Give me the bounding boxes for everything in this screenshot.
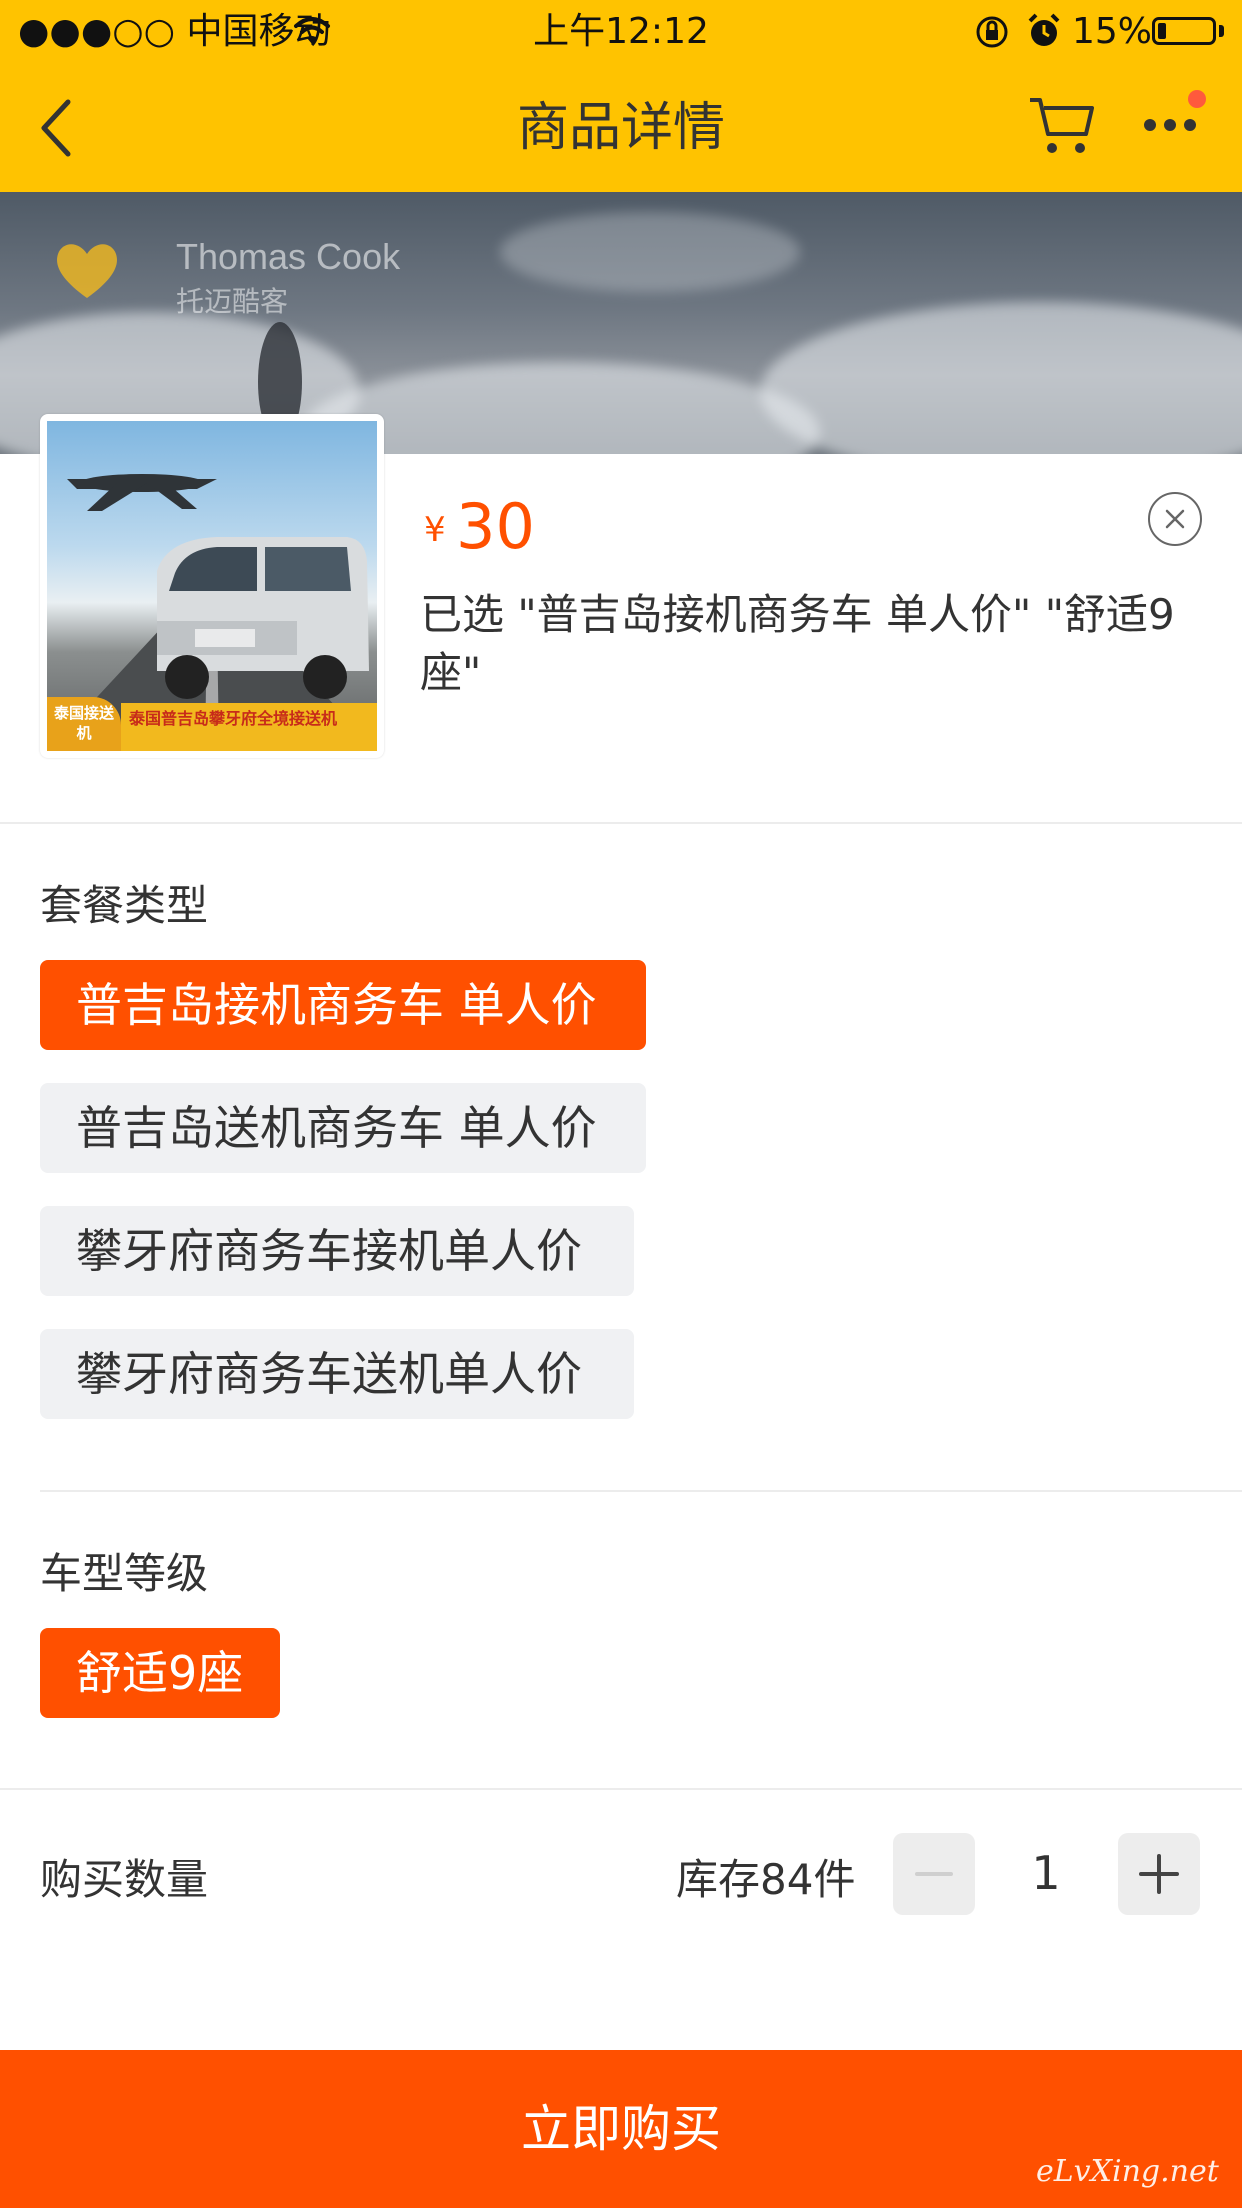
product-thumbnail: 泰国接送机 泰国普吉岛攀牙府全境接送机 <box>40 414 384 758</box>
watermark: eLvXing.net <box>1036 2154 1219 2189</box>
banner-brand-cn: 托迈酷客 <box>176 285 289 318</box>
car-option-1[interactable]: 舒适9座 <box>40 1628 280 1718</box>
product-image: 泰国接送机 泰国普吉岛攀牙府全境接送机 <box>47 421 377 751</box>
stock-count: 库存84件 <box>676 1855 856 1904</box>
divider <box>40 1490 1242 1492</box>
package-option-4[interactable]: 攀牙府商务车送机单人价 <box>40 1329 634 1419</box>
quantity-value[interactable]: 1 <box>1001 1846 1091 1900</box>
package-option-2[interactable]: 普吉岛送机商务车 单人价 <box>40 1083 646 1173</box>
thumb-badge: 泰国接送机 <box>47 697 121 751</box>
divider <box>0 1788 1242 1790</box>
thumb-caption: 泰国普吉岛攀牙府全境接送机 <box>129 709 338 728</box>
quantity-label: 购买数量 <box>40 1855 209 1904</box>
minus-icon <box>915 1872 953 1876</box>
currency-symbol: ¥ <box>424 510 446 550</box>
battery-level <box>1158 23 1166 39</box>
thumb-badge-text: 泰国接送机 <box>53 704 114 742</box>
battery-tip <box>1219 25 1224 37</box>
divider <box>0 822 1242 824</box>
package-section-title: 套餐类型 <box>40 881 209 930</box>
battery-percent: 15% <box>1072 11 1153 52</box>
battery-icon <box>1152 17 1216 45</box>
close-button[interactable] <box>1148 492 1202 546</box>
alarm-icon <box>1028 13 1060 46</box>
cart-icon[interactable] <box>1028 94 1094 156</box>
plus-icon <box>1139 1854 1179 1894</box>
selected-spec-text: 已选 "普吉岛接机商务车 单人价" "舒适9座" <box>420 590 1175 697</box>
decrement-button[interactable] <box>893 1833 975 1915</box>
package-option-3[interactable]: 攀牙府商务车接机单人价 <box>40 1206 634 1296</box>
close-icon <box>1165 509 1185 529</box>
thumb-ribbon: 泰国普吉岛攀牙府全境接送机 <box>121 703 377 751</box>
car-section-title: 车型等级 <box>40 1549 209 1598</box>
price: 30 <box>456 490 535 563</box>
more-icon[interactable] <box>1142 114 1198 136</box>
banner-brand: Thomas Cook <box>176 236 401 277</box>
thomas-cook-logo-icon <box>57 244 117 298</box>
orientation-lock-icon <box>976 16 1008 48</box>
package-option-1[interactable]: 普吉岛接机商务车 单人价 <box>40 960 646 1050</box>
increment-button[interactable] <box>1118 1833 1200 1915</box>
notification-dot <box>1188 90 1206 108</box>
